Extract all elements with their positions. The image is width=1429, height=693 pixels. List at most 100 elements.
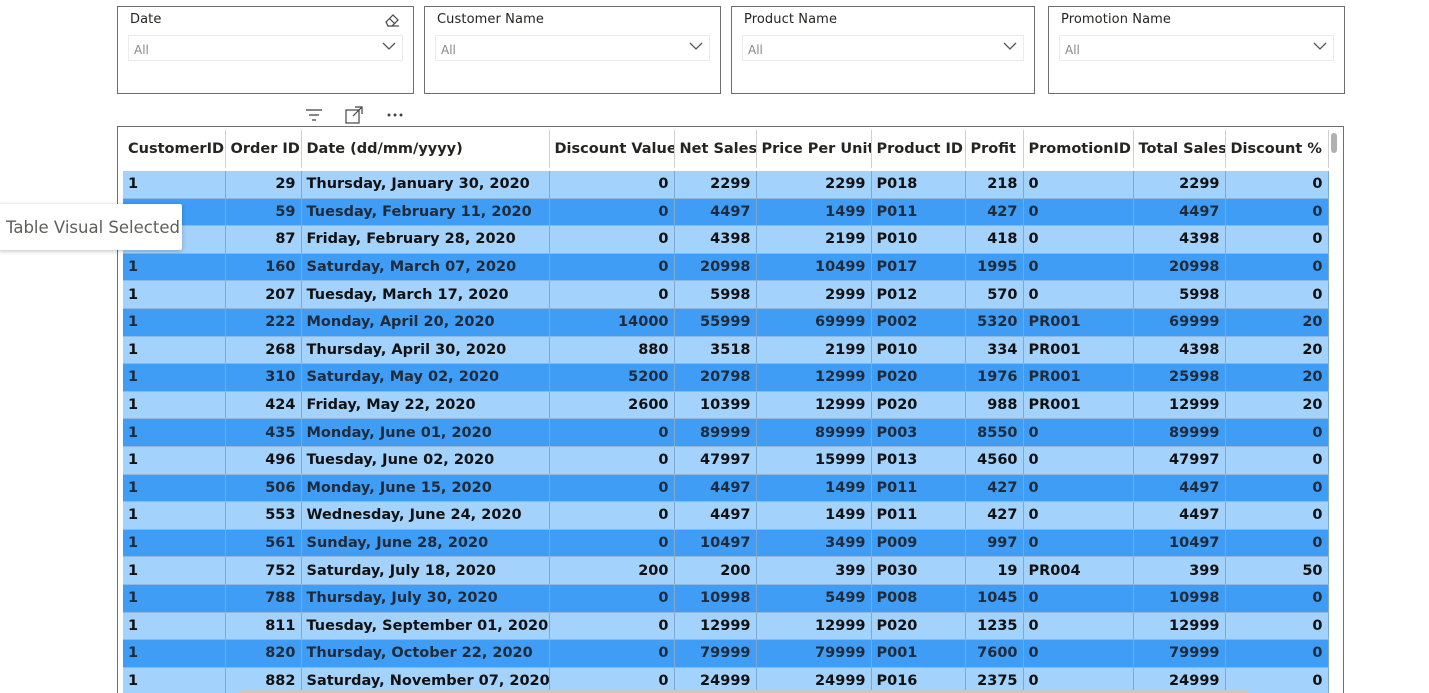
slicer-value: All [1065, 43, 1080, 57]
filter-icon[interactable] [303, 104, 325, 126]
table-row[interactable]: 1 207 Tuesday, March 17, 2020 0 5998 2999 P012… [123, 280, 1329, 309]
eraser-icon[interactable] [383, 11, 401, 29]
table-cell: 0 [549, 474, 675, 503]
column-header[interactable]: Discount Value [549, 130, 675, 171]
table-cell: 0 [1023, 253, 1134, 282]
column-header[interactable]: Order ID [225, 130, 302, 171]
table-visual[interactable]: CustomerID Order ID Date (dd/mm/yyyy) Disco… [117, 126, 1344, 693]
table-row[interactable]: 1 310 Saturday, May 02, 2020 5200 20798 12999… [123, 363, 1329, 392]
table-row[interactable]: 1 553 Wednesday, June 24, 2020 0 4497 1499 P01… [123, 501, 1329, 530]
slicer-customer-name[interactable]: Customer Name All [424, 6, 721, 94]
column-header[interactable]: Discount % [1225, 130, 1329, 171]
table-row[interactable]: 1 561 Sunday, June 28, 2020 0 10497 3499 P009 9… [123, 529, 1329, 558]
table-row[interactable]: 1 268 Thursday, April 30, 2020 880 3518 2199 P… [123, 336, 1329, 365]
table-cell: 2299 [756, 168, 872, 199]
column-header[interactable]: CustomerID [123, 130, 226, 171]
table-cell: 0 [1023, 168, 1134, 199]
table-cell: P010 [871, 225, 966, 254]
table-row[interactable]: 1 29 Thursday, January 30, 2020 0 2299 2299 P0… [123, 168, 1329, 199]
table-row[interactable]: 1 222 Monday, April 20, 2020 14000 55999 6999… [123, 308, 1329, 337]
slicer-date[interactable]: Date All [117, 6, 414, 94]
table-cell: P013 [871, 446, 966, 475]
slicer-promotion-name[interactable]: Promotion Name All [1048, 6, 1345, 94]
slicer-dropdown[interactable]: All [435, 35, 710, 61]
table-cell: Saturday, May 02, 2020 [301, 363, 550, 392]
table-cell: Tuesday, February 11, 2020 [301, 198, 550, 227]
table-cell: 0 [549, 418, 675, 447]
vertical-scrollbar[interactable] [1331, 133, 1337, 153]
table-cell: 0 [549, 501, 675, 530]
table-row[interactable]: 1 788 Thursday, July 30, 2020 0 10998 5499 P00… [123, 584, 1329, 613]
table-cell: 89999 [674, 418, 757, 447]
slicer-dropdown[interactable]: All [1059, 35, 1334, 61]
slicer-dropdown[interactable]: All [128, 35, 403, 61]
table-cell: P020 [871, 363, 966, 392]
slicer-title: Product Name [744, 12, 838, 27]
table-row[interactable]: 1 435 Monday, June 01, 2020 0 89999 89999 P003… [123, 418, 1329, 447]
column-header[interactable]: PromotionID [1023, 130, 1134, 171]
table-cell: 0 [549, 198, 675, 227]
table-cell: 0 [1225, 529, 1329, 558]
column-header[interactable]: Profit [965, 130, 1024, 171]
table-cell: 10998 [674, 584, 757, 613]
column-header[interactable]: Price Per Unit [756, 130, 872, 171]
table-row[interactable]: 187Friday, February 28, 2020043982199P01… [123, 225, 1329, 254]
slicer-title: Promotion Name [1061, 12, 1172, 27]
table-cell: P018 [871, 168, 966, 199]
table-cell: 59 [225, 198, 302, 227]
column-header[interactable]: Total Sales [1133, 130, 1226, 171]
table-cell: 12999 [756, 612, 872, 641]
table-cell: 1 [123, 612, 226, 641]
table-cell: 1 [123, 446, 226, 475]
table-cell: 1995 [965, 253, 1024, 282]
table-cell: 880 [549, 336, 675, 365]
table-cell: P002 [871, 308, 966, 337]
table-cell: 4497 [674, 474, 757, 503]
table-row[interactable]: 1 424 Friday, May 22, 2020 2600 10399 12999 P0… [123, 391, 1329, 420]
table-cell: Monday, June 15, 2020 [301, 474, 550, 503]
table-cell: P011 [871, 198, 966, 227]
table-cell: 0 [1023, 198, 1134, 227]
slicer-product-name[interactable]: Product Name All [731, 6, 1035, 94]
slicer-value: All [748, 43, 763, 57]
table-cell: 12999 [674, 612, 757, 641]
table-cell: 0 [1225, 474, 1329, 503]
table-cell: 0 [1225, 612, 1329, 641]
table-cell: 752 [225, 556, 302, 585]
table-cell: PR001 [1023, 391, 1134, 420]
table-cell: 55999 [674, 308, 757, 337]
table-cell: 5998 [1133, 280, 1226, 309]
table-cell: 570 [965, 280, 1024, 309]
table-row[interactable]: 1 160 Saturday, March 07, 2020 0 20998 10499 P… [123, 253, 1329, 282]
table-row[interactable]: 1 820 Thursday, October 22, 2020 0 79999 7999… [123, 639, 1329, 668]
table-cell: Friday, May 22, 2020 [301, 391, 550, 420]
table-cell: 4497 [1133, 198, 1226, 227]
table-cell: 0 [1225, 280, 1329, 309]
slicer-dropdown[interactable]: All [742, 35, 1024, 61]
table-row[interactable]: 1 496 Tuesday, June 02, 2020 0 47997 15999 P01… [123, 446, 1329, 475]
table-cell: 5998 [674, 280, 757, 309]
table-cell: 0 [1225, 198, 1329, 227]
table-cell: 87 [225, 225, 302, 254]
table-cell: 0 [549, 529, 675, 558]
table-row[interactable]: 1 752 Saturday, July 18, 2020 200 200 399 P030… [123, 556, 1329, 585]
column-header[interactable]: Net Sales [674, 130, 757, 171]
table-cell: 0 [549, 280, 675, 309]
table-cell: 0 [549, 446, 675, 475]
table-cell: 1499 [756, 198, 872, 227]
table-cell: Monday, April 20, 2020 [301, 308, 550, 337]
table-cell: 89999 [1133, 418, 1226, 447]
column-header[interactable]: Product ID [871, 130, 966, 171]
column-header[interactable]: Date (dd/mm/yyyy) [301, 130, 550, 171]
tooltip-text: Table Visual Selected [6, 218, 180, 237]
table-cell: 1 [123, 529, 226, 558]
table-row[interactable]: 1 506 Monday, June 15, 2020 0 4497 1499 P011 42… [123, 474, 1329, 503]
more-options-icon[interactable] [384, 104, 406, 126]
table-cell: 25998 [1133, 363, 1226, 392]
table-row[interactable]: 159Tuesday, February 11, 2020044971499P0… [123, 198, 1329, 227]
table-cell: Sunday, June 28, 2020 [301, 529, 550, 558]
table-cell: P012 [871, 280, 966, 309]
focus-mode-icon[interactable] [343, 104, 365, 126]
table-cell: 788 [225, 584, 302, 613]
table-row[interactable]: 1 811 Tuesday, September 01, 2020 0 12999 129… [123, 612, 1329, 641]
